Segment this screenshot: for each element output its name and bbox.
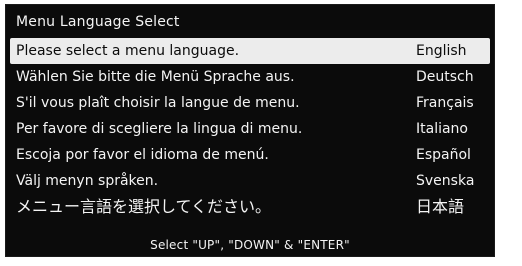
option-language: English	[416, 43, 467, 59]
menu-title: Menu Language Select	[16, 14, 180, 30]
language-option-japanese[interactable]: メニュー言語を選択してください。 日本語	[10, 194, 490, 220]
option-language: 日本語	[416, 197, 465, 216]
option-language: Deutsch	[416, 69, 474, 85]
option-prompt: メニュー言語を選択してください。	[16, 197, 272, 216]
option-prompt: Välj menyn språken.	[16, 173, 159, 189]
language-option-english[interactable]: Please select a menu language. English	[10, 38, 490, 64]
option-language: Svenska	[416, 173, 475, 189]
language-option-deutsch[interactable]: Wählen Sie bitte die Menü Sprache aus. D…	[10, 64, 490, 90]
navigation-hint: Select "UP", "DOWN" & "ENTER"	[150, 238, 350, 252]
option-language: Français	[416, 95, 474, 111]
option-prompt: Wählen Sie bitte die Menü Sprache aus.	[16, 69, 295, 85]
language-option-francais[interactable]: S'il vous plaît choisir la langue de men…	[10, 90, 490, 116]
language-option-italiano[interactable]: Per favore di scegliere la lingua di men…	[10, 116, 490, 142]
option-prompt: Per favore di scegliere la lingua di men…	[16, 121, 303, 137]
option-language: Italiano	[416, 121, 468, 137]
language-option-espanol[interactable]: Escoja por favor el idioma de menú. Espa…	[10, 142, 490, 168]
language-list: Please select a menu language. English W…	[10, 38, 490, 220]
option-prompt: Escoja por favor el idioma de menú.	[16, 147, 269, 163]
option-prompt: S'il vous plaît choisir la langue de men…	[16, 95, 300, 111]
language-select-menu: Menu Language Select Please select a men…	[5, 4, 495, 257]
option-prompt: Please select a menu language.	[16, 43, 240, 59]
language-option-svenska[interactable]: Välj menyn språken. Svenska	[10, 168, 490, 194]
option-language: Español	[416, 147, 471, 163]
